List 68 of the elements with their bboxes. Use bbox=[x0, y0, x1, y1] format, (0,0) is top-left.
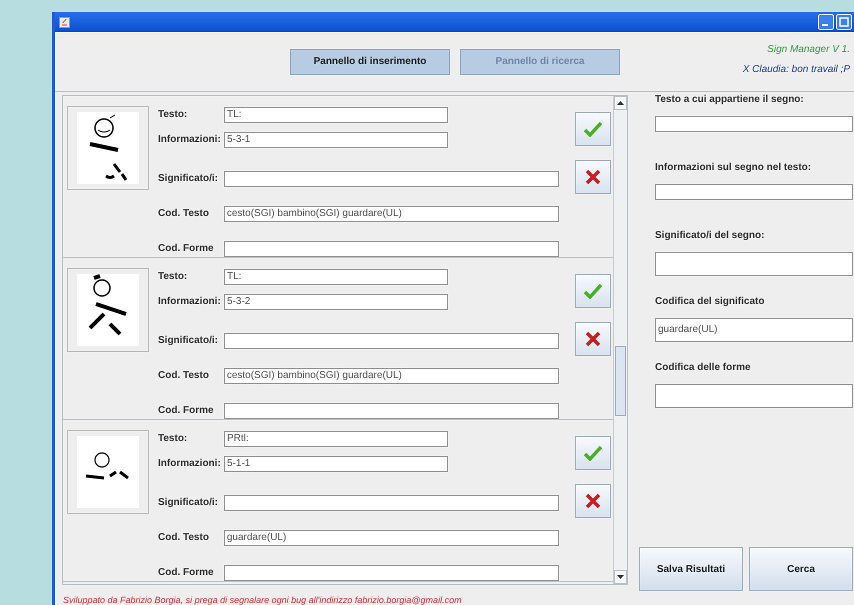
field-label: Informazioni: bbox=[158, 133, 222, 147]
field-label: Cod. Forme bbox=[158, 566, 215, 580]
field-label: Significato/i: bbox=[158, 172, 219, 186]
text-field[interactable] bbox=[224, 240, 559, 256]
sign-drawing bbox=[77, 112, 139, 184]
scrollbar[interactable] bbox=[613, 96, 627, 584]
field-label: Cod. Forme bbox=[158, 242, 215, 256]
maximize-icon[interactable] bbox=[836, 14, 852, 30]
checkmark-icon bbox=[584, 121, 602, 137]
greeting-label: X Claudia: bon travail ;P bbox=[742, 63, 850, 77]
minimize-icon[interactable] bbox=[818, 14, 834, 30]
text-field[interactable]: TL: bbox=[224, 106, 448, 122]
delete-button[interactable] bbox=[575, 484, 611, 518]
text-field[interactable] bbox=[224, 332, 559, 348]
field-label: Significato/i: bbox=[158, 496, 219, 510]
checkmark-icon bbox=[584, 445, 602, 461]
text-field[interactable] bbox=[655, 116, 853, 132]
text-field[interactable] bbox=[224, 402, 559, 418]
field-label: Testo: bbox=[158, 108, 188, 122]
text-field[interactable]: guardare(UL) bbox=[655, 318, 853, 342]
field-label: Testo: bbox=[158, 270, 188, 284]
text-field[interactable]: 5-3-2 bbox=[224, 294, 448, 310]
action-button[interactable]: Salva Risultati bbox=[639, 547, 743, 591]
field-label: Cod. Forme bbox=[158, 404, 215, 418]
text-field[interactable] bbox=[655, 252, 853, 276]
action-button[interactable]: Cerca bbox=[749, 547, 853, 591]
field-label: Testo a cui appartiene il segno: bbox=[655, 93, 805, 104]
delete-button[interactable] bbox=[575, 160, 611, 194]
scroll-up-icon[interactable] bbox=[617, 101, 624, 105]
text-field[interactable]: 5-1-1 bbox=[224, 456, 448, 472]
text-field[interactable]: cesto(SGI) bambino(SGI) guardare(UL) bbox=[224, 368, 559, 384]
field-label: Testo: bbox=[158, 432, 188, 446]
text-field[interactable] bbox=[655, 384, 853, 408]
field-label: Significato/i: bbox=[158, 334, 219, 348]
text-field[interactable] bbox=[224, 170, 559, 186]
field-label: Informazioni: bbox=[158, 457, 222, 471]
field-label: Cod. Testo bbox=[158, 369, 210, 383]
sign-drawing bbox=[77, 274, 139, 346]
field-label: Cod. Testo bbox=[158, 207, 210, 221]
text-field[interactable]: 5-3-1 bbox=[224, 132, 448, 148]
text-field[interactable]: TL: bbox=[224, 268, 448, 284]
sign-drawing bbox=[77, 436, 139, 508]
delete-button[interactable] bbox=[575, 322, 611, 356]
text-field[interactable] bbox=[224, 564, 559, 580]
scroll-thumb[interactable] bbox=[615, 346, 626, 416]
field-label: Informazioni sul segno nel testo: bbox=[655, 161, 812, 172]
text-field[interactable]: PRtl: bbox=[224, 430, 448, 446]
field-label: Significato/i del segno: bbox=[655, 229, 766, 240]
field-label: Codifica delle forme bbox=[655, 361, 752, 372]
version-label: Sign Manager V 1. bbox=[766, 43, 850, 57]
cross-icon bbox=[585, 331, 601, 347]
scroll-down-icon[interactable] bbox=[617, 575, 624, 579]
cross-icon bbox=[585, 493, 601, 509]
text-field[interactable] bbox=[655, 184, 853, 200]
text-field[interactable] bbox=[224, 494, 559, 510]
text-field[interactable]: guardare(UL) bbox=[224, 530, 559, 546]
cross-icon bbox=[585, 169, 601, 185]
developer-credit: Sviluppato da Fabrizio Borgia, si prega di segnalare ogni bug all'indirizzo fabrizio.borgia@gmail.com bbox=[63, 594, 462, 605]
panel-tab-button[interactable]: Pannello di inserimento bbox=[290, 48, 450, 74]
checkmark-icon bbox=[584, 283, 602, 299]
text-field[interactable]: cesto(SGI) bambino(SGI) guardare(UL) bbox=[224, 206, 559, 222]
confirm-button[interactable] bbox=[575, 436, 611, 470]
field-label: Cod. Testo bbox=[158, 531, 210, 545]
confirm-button[interactable] bbox=[575, 274, 611, 308]
confirm-button[interactable] bbox=[575, 112, 611, 146]
field-label: Informazioni: bbox=[158, 295, 222, 309]
field-label: Codifica del significato bbox=[655, 295, 766, 306]
app-icon bbox=[59, 16, 70, 28]
